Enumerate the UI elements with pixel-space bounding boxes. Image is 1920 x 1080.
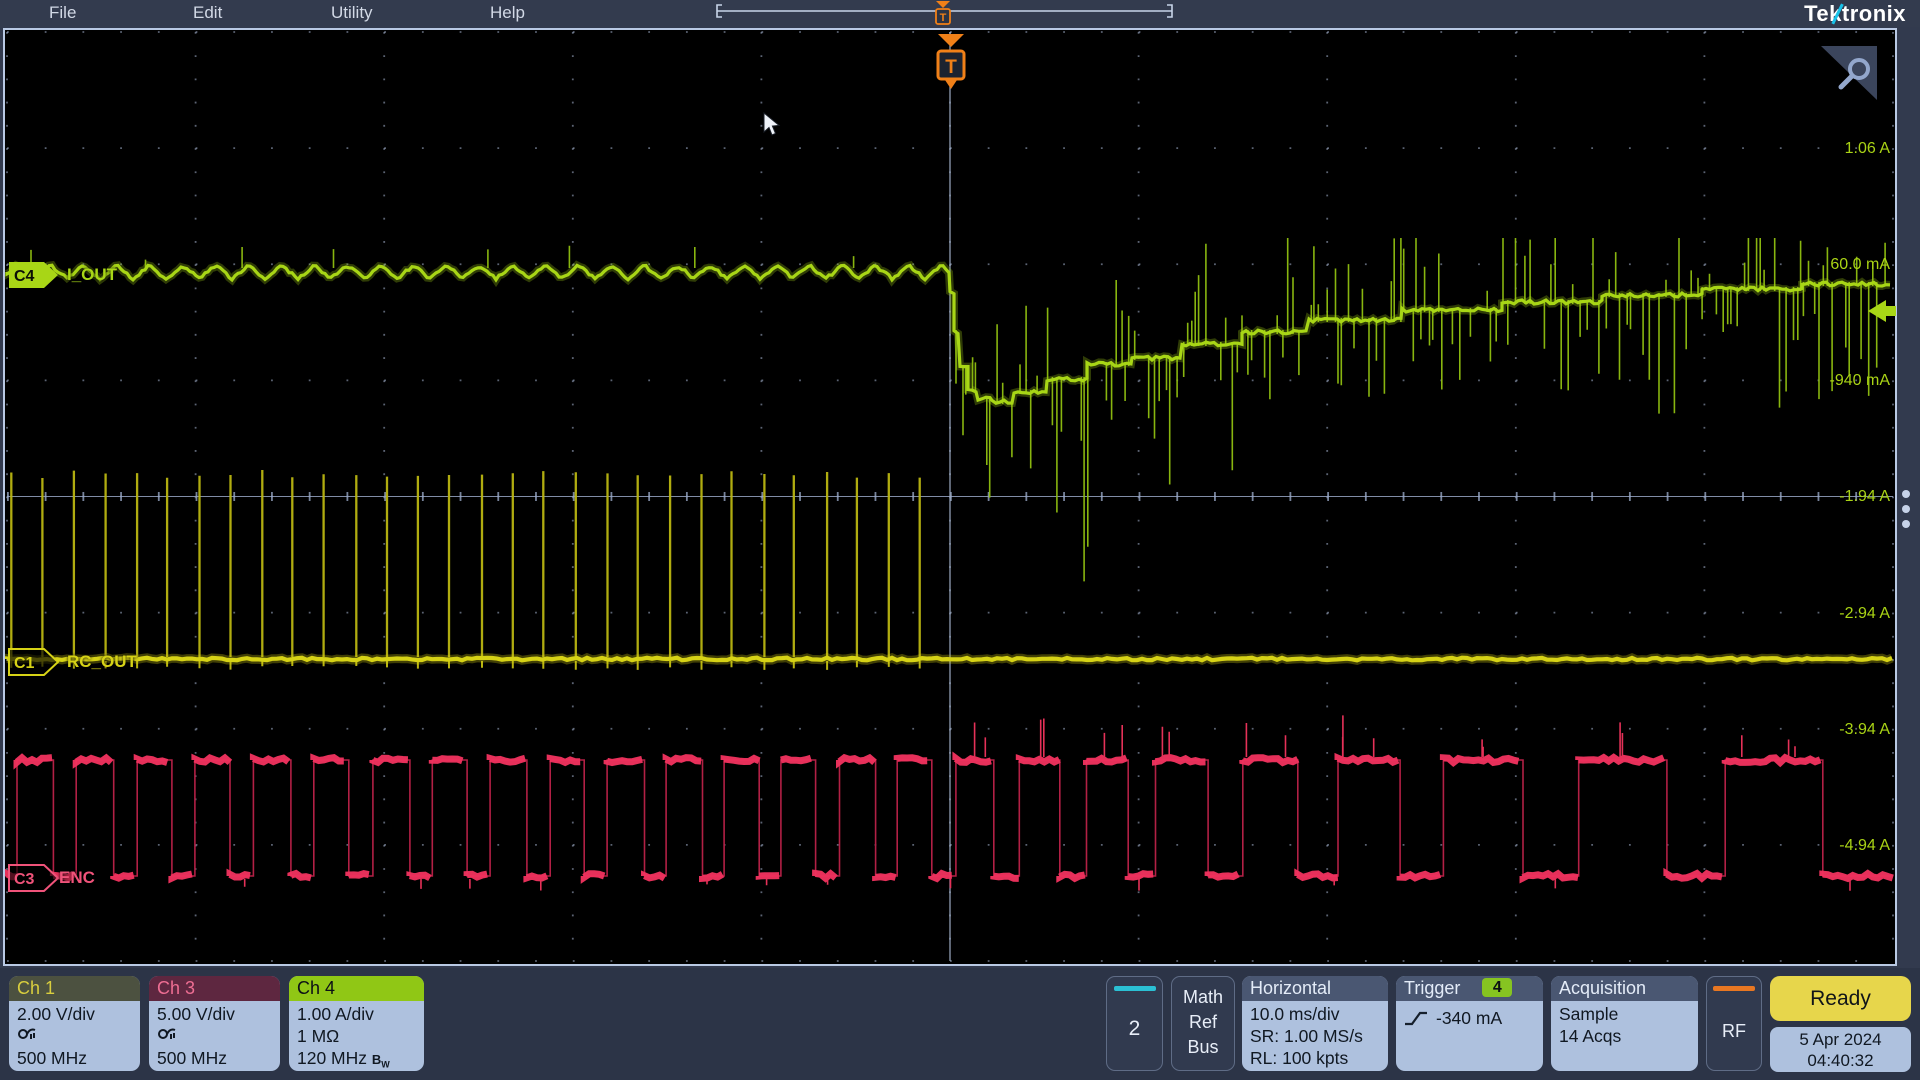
trace-label-enc: ENC [59,868,95,887]
math-ref-bus-button[interactable]: Math Ref Bus [1171,976,1235,1071]
channel-badge-c4[interactable]: C4 [8,261,60,289]
bandwidth-limit-icon: BW [371,1052,390,1070]
zoom-tool-button[interactable] [1818,43,1880,101]
ch3-probe-row [157,1025,272,1047]
horizontal-title: Horizontal [1242,976,1388,1001]
trigger-arrow-icon [938,34,964,47]
bus-label: Bus [1187,1037,1219,1057]
ref-label: Ref [1188,1012,1217,1032]
graticule-and-traces [5,31,1894,962]
tektronix-logo: Tektronix [1804,1,1906,26]
scale-label: -940 mA [1829,372,1890,389]
thumb-arrow-icon [936,1,950,8]
trigger-level-arrow-icon[interactable] [1867,298,1897,324]
channel-3-badge[interactable]: Ch 3 5.00 V/div 500 MHz [149,976,280,1071]
scale-label: -1.94 A [1839,488,1890,505]
date-text: 5 Apr 2024 [1799,1030,1882,1049]
scale-label: 60.0 mA [1830,256,1890,273]
thumb-t-label: T [940,12,947,24]
trigger-position-marker[interactable]: T [932,33,972,97]
horizontal-sample-rate: SR: 1.00 MS/s [1250,1026,1363,1046]
channel-4-badge[interactable]: Ch 4 1.00 A/div 1 MΩ 120 MHz BW [289,976,424,1071]
datetime-badge: 5 Apr 2024 04:40:32 [1770,1027,1911,1072]
trigger-level: -340 mA [1436,1008,1503,1028]
menu-bar: File Edit Utility Help T Tektronix [0,0,1920,27]
channel-badge-c3[interactable]: C3 [8,864,60,892]
acquisition-badge[interactable]: Acquisition Sample 14 Acqs [1551,976,1698,1071]
trace-label-iout: I_OUT [67,265,118,284]
acquisition-count: 14 Acqs [1559,1026,1622,1046]
scale-label: -3.94 A [1839,721,1890,738]
probe-icon [18,1028,36,1039]
status-bar: Ch 1 2.00 V/div 500 MHz Ch 3 5.00 V/div … [0,968,1920,1080]
ch1-bandwidth: 500 MHz [17,1048,88,1068]
trigger-title: Trigger 4 [1396,976,1543,1001]
c3-badge-label: C3 [14,871,35,888]
rf-label: RF [1722,1021,1746,1041]
ch4-scale: 1.00 A/div [297,1004,374,1024]
ch3-title: Ch 3 [149,976,280,1001]
c1-badge-label: C1 [14,655,35,672]
ch4-title: Ch 4 [289,976,424,1001]
channel-badge-c1[interactable]: C1 [8,648,60,676]
trigger-badge[interactable]: Trigger 4 -340 mA [1396,976,1543,1071]
ch1-title: Ch 1 [9,976,140,1001]
channel-2-button[interactable]: 2 [1106,976,1163,1071]
ch3-bandwidth: 500 MHz [157,1048,228,1068]
ch3-scale: 5.00 V/div [157,1004,235,1024]
trigger-source-chip: 4 [1482,978,1513,997]
mouse-cursor [763,112,781,136]
slider-trigger-thumb[interactable]: T [935,1,951,25]
acquisition-title: Acquisition [1551,976,1698,1001]
horizontal-record-length: RL: 100 kpts [1250,1048,1349,1068]
acquisition-mode: Sample [1559,1004,1619,1024]
channel-1-badge[interactable]: Ch 1 2.00 V/div 500 MHz [9,976,140,1071]
ch4-bandwidth: 120 MHz BW [297,1048,390,1070]
c4-badge-label: C4 [14,268,35,285]
ch1-probe-row [17,1025,132,1047]
scale-label: 1.06 A [1844,140,1890,157]
probe-icon [158,1028,176,1039]
ch2-label: 2 [1128,1017,1141,1040]
horizontal-scale: 10.0 ms/div [1250,1004,1340,1024]
ch1-scale: 2.00 V/div [17,1004,95,1024]
ch2-color-bar [1113,986,1156,991]
waveform-display[interactable]: 1.06 A 60.0 mA -940 mA -1.94 A -2.94 A -… [3,28,1897,966]
rf-button[interactable]: RF [1706,976,1762,1071]
rising-edge-icon [1405,1011,1427,1025]
horizontal-position-slider[interactable]: T [0,0,1920,27]
ch4-impedance: 1 MΩ [297,1026,340,1046]
math-label: Math [1182,987,1224,1007]
scale-label: -2.94 A [1839,605,1890,622]
horizontal-badge[interactable]: Horizontal 10.0 ms/div SR: 1.00 MS/s RL:… [1242,976,1388,1071]
acquisition-status-badge: Ready [1770,976,1911,1021]
trace-label-rcout: RC_OUT [67,652,137,671]
scale-label: -4.94 A [1839,837,1890,854]
trigger-t-label: T [945,57,957,78]
time-text: 04:40:32 [1807,1051,1874,1070]
rf-color-bar [1713,986,1755,991]
